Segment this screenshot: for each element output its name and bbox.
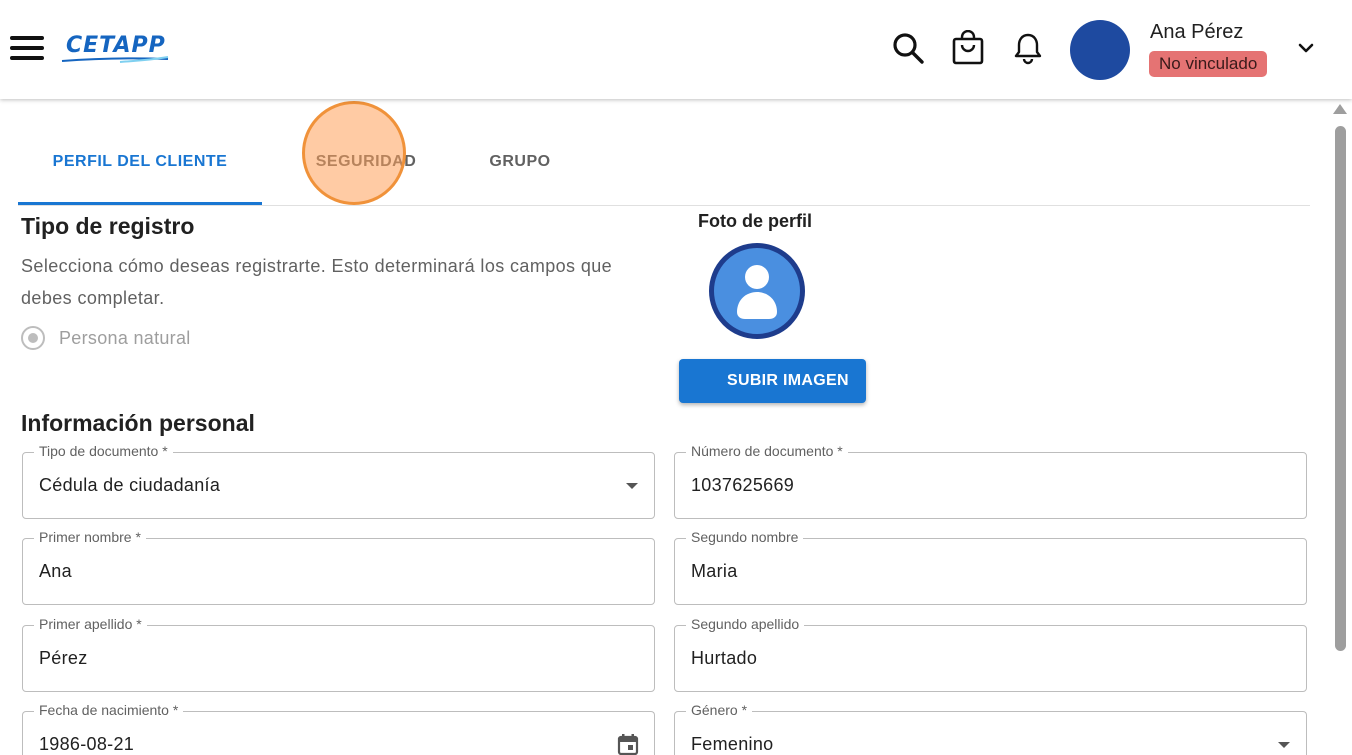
app-header: CETAPP Ana Pérez No vinculado (0, 0, 1352, 99)
dropdown-arrow-icon[interactable] (1278, 742, 1290, 748)
second-name-field[interactable]: Segundo nombre Maria (674, 529, 1307, 605)
document-number-field[interactable]: Número de documento * 1037625669 (674, 443, 1307, 519)
logo-swoosh (61, 56, 169, 63)
active-tab-indicator (18, 202, 262, 205)
field-value: Pérez (39, 648, 88, 668)
field-value: Hurtado (691, 648, 758, 668)
user-silhouette-icon (737, 265, 777, 319)
tab-seguridad[interactable]: SEGURIDAD (296, 118, 436, 205)
radio-label: Persona natural (59, 327, 191, 348)
field-value: Ana (39, 561, 72, 581)
tab-perfil-del-cliente[interactable]: PERFIL DEL CLIENTE (18, 118, 262, 205)
field-label: Número de documento * (686, 443, 848, 459)
scroll-up-arrow[interactable] (1333, 104, 1347, 114)
field-label: Primer nombre * (34, 529, 146, 545)
shopping-bag-icon[interactable] (950, 30, 986, 66)
logo-text: CETAPP (66, 33, 166, 58)
scrollbar-thumb[interactable] (1335, 126, 1346, 651)
status-badge: No vinculado (1149, 51, 1268, 77)
chevron-down-icon[interactable] (1296, 38, 1316, 58)
first-name-field[interactable]: Primer nombre * Ana (22, 529, 655, 605)
radio-persona-natural[interactable]: Persona natural (21, 326, 191, 350)
field-label: Fecha de nacimiento * (34, 702, 184, 718)
field-value: Femenino (691, 734, 774, 754)
user-avatar[interactable] (1070, 20, 1130, 80)
gender-select[interactable]: Género * Femenino (674, 702, 1307, 755)
personal-info-title: Información personal (21, 410, 255, 436)
first-surname-field[interactable]: Primer apellido * Pérez (22, 616, 655, 692)
photo-label: Foto de perfil (698, 211, 812, 231)
calendar-icon[interactable] (616, 732, 640, 755)
registration-description: Selecciona cómo deseas registrarte. Esto… (21, 256, 613, 308)
tab-grupo[interactable]: GRUPO (468, 118, 572, 205)
field-value: 1986-08-21 (39, 734, 135, 754)
search-icon[interactable] (890, 30, 926, 66)
field-value: Maria (691, 561, 738, 581)
cetapp-logo[interactable]: CETAPP (60, 28, 172, 68)
user-name: Ana Pérez (1150, 21, 1244, 43)
registration-title: Tipo de registro (21, 213, 195, 239)
field-label: Tipo de documento * (34, 443, 173, 459)
field-value: 1037625669 (691, 475, 795, 495)
profile-tabs: PERFIL DEL CLIENTE SEGURIDAD GRUPO (18, 118, 1310, 206)
field-label: Segundo apellido (686, 616, 805, 632)
radio-button[interactable] (21, 326, 45, 350)
field-value: Cédula de ciudadanía (39, 475, 221, 495)
document-type-select[interactable]: Tipo de documento * Cédula de ciudadanía (22, 443, 655, 519)
menu-icon[interactable] (10, 36, 44, 64)
bell-icon[interactable] (1010, 30, 1046, 66)
field-label: Género * (686, 702, 753, 718)
second-surname-field[interactable]: Segundo apellido Hurtado (674, 616, 1307, 692)
profile-avatar-placeholder (709, 243, 805, 339)
birth-date-field[interactable]: Fecha de nacimiento * 1986-08-21 (22, 702, 655, 755)
field-label: Segundo nombre (686, 529, 804, 545)
dropdown-arrow-icon[interactable] (626, 483, 638, 489)
field-label: Primer apellido * (34, 616, 147, 632)
upload-image-button[interactable]: SUBIR IMAGEN (679, 359, 866, 403)
